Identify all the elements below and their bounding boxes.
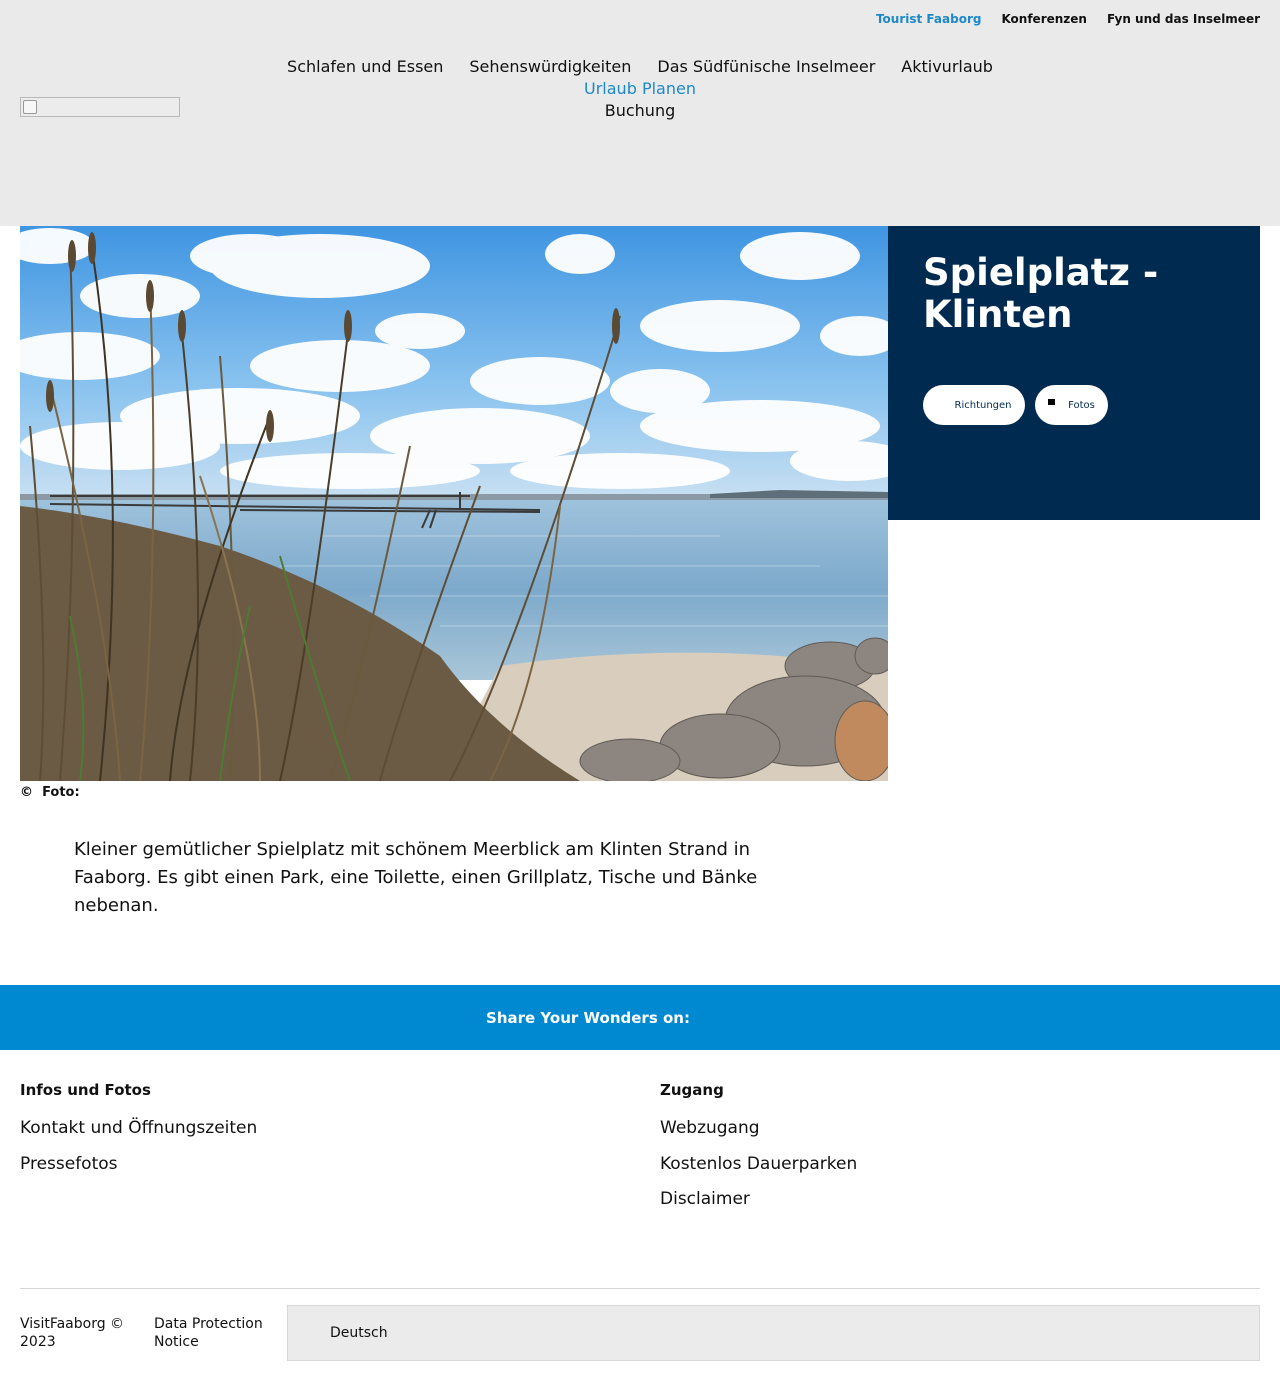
- title-panel: Spielplatz - Klinten Richtungen Fotos: [888, 226, 1260, 520]
- top-navigation: Tourist Faaborg Konferenzen Fyn und das …: [876, 12, 1260, 26]
- nav-schlafen-essen[interactable]: Schlafen und Essen: [287, 56, 443, 78]
- broken-image-icon: [23, 100, 37, 114]
- nav-suedfuenische-inselmeer[interactable]: Das Südfünische Inselmeer: [657, 56, 875, 78]
- directions-label: Richtungen: [954, 399, 1012, 411]
- top-link-fyn-inselmeer[interactable]: Fyn und das Inselmeer: [1107, 12, 1260, 26]
- hero-photo: [20, 226, 888, 781]
- copyright-icon: ©: [20, 785, 33, 800]
- photo-credit-label: Foto:: [42, 785, 80, 800]
- description-text: Kleiner gemütlicher Spielplatz mit schön…: [74, 839, 758, 916]
- footer-heading-info: Infos und Fotos: [20, 1081, 151, 1099]
- photo-icon: [1048, 399, 1055, 405]
- top-link-konferenzen[interactable]: Konferenzen: [1001, 12, 1087, 26]
- footer-column-info: Infos und Fotos Kontakt und Öffnungszeit…: [20, 1081, 257, 1189]
- site-header: Tourist Faaborg Konferenzen Fyn und das …: [0, 0, 1280, 226]
- language-label: Deutsch: [330, 1325, 388, 1341]
- directions-button[interactable]: Richtungen: [923, 385, 1025, 425]
- nav-urlaub-planen[interactable]: Urlaub Planen: [584, 78, 696, 100]
- copyright-text: VisitFaaborg © 2023: [20, 1316, 125, 1350]
- nav-aktivurlaub[interactable]: Aktivurlaub: [901, 56, 993, 78]
- photo-caption: © Foto:: [20, 785, 80, 800]
- data-protection-link[interactable]: Data Protection Notice: [154, 1315, 274, 1351]
- footer-link-pressefotos[interactable]: Pressefotos: [20, 1153, 257, 1189]
- page-title: Spielplatz - Klinten: [923, 251, 1159, 336]
- site-logo-broken-image[interactable]: [20, 97, 180, 117]
- share-text: Share Your Wonders on:: [486, 1009, 690, 1027]
- beach-scene-image: [20, 226, 888, 781]
- footer-divider: [20, 1288, 1260, 1289]
- footer-heading-access: Zugang: [660, 1081, 724, 1099]
- nav-sehenswuerdigkeiten[interactable]: Sehenswürdigkeiten: [469, 56, 631, 78]
- language-selector[interactable]: Deutsch: [287, 1305, 1260, 1361]
- footer-link-webzugang[interactable]: Webzugang: [660, 1117, 857, 1153]
- footer-column-access: Zugang Webzugang Kostenlos Dauerparken D…: [660, 1081, 857, 1224]
- nav-buchung[interactable]: Buchung: [605, 100, 676, 122]
- footer-link-dauerparken[interactable]: Kostenlos Dauerparken: [660, 1153, 857, 1189]
- main-navigation: Schlafen und Essen Sehenswürdigkeiten Das …: [210, 56, 1070, 122]
- footer-link-disclaimer[interactable]: Disclaimer: [660, 1188, 857, 1224]
- photos-button[interactable]: Fotos: [1035, 385, 1108, 425]
- footer-link-kontakt[interactable]: Kontakt und Öffnungszeiten: [20, 1117, 257, 1153]
- top-link-tourist-faaborg[interactable]: Tourist Faaborg: [876, 12, 982, 26]
- share-banner: Share Your Wonders on:: [0, 985, 1280, 1050]
- photos-label: Fotos: [1068, 399, 1095, 411]
